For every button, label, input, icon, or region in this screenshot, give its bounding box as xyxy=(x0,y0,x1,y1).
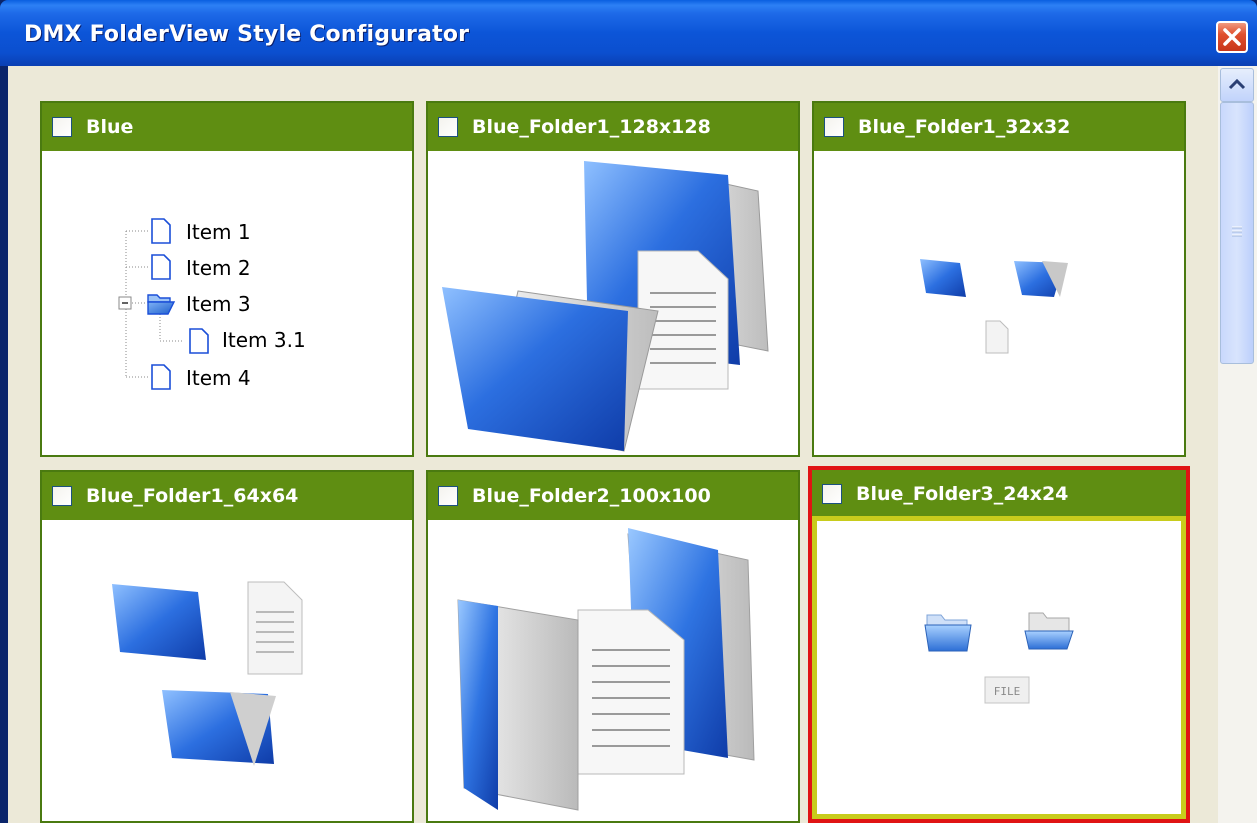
folder-icon xyxy=(920,259,966,297)
card-header: Blue_Folder3_24x24 xyxy=(812,470,1186,521)
close-button[interactable] xyxy=(1216,21,1248,53)
folder-preview xyxy=(442,161,769,452)
window-title: DMX FolderView Style Configurator xyxy=(24,22,470,47)
vertical-scrollbar[interactable] xyxy=(1218,66,1257,823)
chevron-up-icon xyxy=(1228,78,1246,90)
tree-preview: Item 1 Item 2 Item 3 Item 3.1 Item 4 xyxy=(118,218,306,390)
open-folder-icon xyxy=(924,614,972,652)
style-label: Blue_Folder3_24x24 xyxy=(856,483,1069,505)
tree-item: Item 1 xyxy=(186,220,251,244)
style-label: Blue_Folder1_32x32 xyxy=(858,116,1071,138)
document-icon xyxy=(151,254,171,280)
title-bar[interactable]: DMX FolderView Style Configurator xyxy=(0,0,1257,66)
collapse-icon[interactable] xyxy=(118,296,132,310)
style-checkbox[interactable] xyxy=(822,484,842,504)
scroll-thumb[interactable] xyxy=(1220,102,1254,364)
folder-preview xyxy=(920,259,1068,354)
card-header: Blue xyxy=(42,103,412,151)
style-card-blue[interactable]: Blue Item 1 Item 2 Item 3 Item 3.1 Item … xyxy=(40,101,414,457)
folder-preview xyxy=(112,581,303,766)
folder-icon xyxy=(457,599,579,811)
style-card-folder1-32[interactable]: Blue_Folder1_32x32 xyxy=(812,101,1186,457)
style-label: Blue_Folder2_100x100 xyxy=(472,485,711,507)
style-card-folder2-100[interactable]: Blue_Folder2_100x100 xyxy=(426,470,800,823)
style-checkbox[interactable] xyxy=(438,117,458,137)
style-card-folder1-128[interactable]: Blue_Folder1_128x128 xyxy=(426,101,800,457)
document-icon xyxy=(985,320,1009,354)
folder-icon xyxy=(442,287,659,452)
style-label: Blue_Folder1_64x64 xyxy=(86,485,299,507)
style-grid: Blue Item 1 Item 2 Item 3 Item 3.1 Item … xyxy=(8,66,1257,823)
card-header: Blue_Folder1_128x128 xyxy=(428,103,798,151)
open-folder-icon xyxy=(1014,261,1068,297)
open-folder-icon xyxy=(1024,612,1074,650)
style-checkbox[interactable] xyxy=(52,486,72,506)
style-label: Blue xyxy=(86,116,134,138)
close-icon xyxy=(1223,28,1241,46)
tree-item: Item 2 xyxy=(186,256,251,280)
style-card-folder3-24[interactable]: Blue_Folder3_24x24 FILE xyxy=(808,466,1190,823)
grip-icon xyxy=(1232,226,1242,237)
style-preview xyxy=(428,151,798,455)
tree-item: Item 3.1 xyxy=(222,328,306,352)
style-card-folder1-64[interactable]: Blue_Folder1_64x64 xyxy=(40,470,414,823)
document-icon xyxy=(151,364,171,390)
style-preview xyxy=(814,151,1184,455)
style-checkbox[interactable] xyxy=(438,486,458,506)
card-header: Blue_Folder2_100x100 xyxy=(428,472,798,520)
style-preview xyxy=(42,520,412,821)
folder-icon xyxy=(112,584,206,660)
style-label: Blue_Folder1_128x128 xyxy=(472,116,711,138)
document-icon xyxy=(577,609,685,775)
folder-preview xyxy=(457,528,755,811)
card-header: Blue_Folder1_32x32 xyxy=(814,103,1184,151)
document-icon xyxy=(247,581,303,675)
card-header: Blue_Folder1_64x64 xyxy=(42,472,412,520)
open-folder-icon xyxy=(162,690,276,766)
configurator-window: DMX FolderView Style Configurator Blue I… xyxy=(0,0,1257,823)
style-preview: FILE xyxy=(812,521,1186,819)
file-label: FILE xyxy=(994,685,1021,698)
tree-item: Item 3 xyxy=(186,292,251,316)
tree-item: Item 4 xyxy=(186,366,251,390)
scroll-up-button[interactable] xyxy=(1220,68,1254,102)
file-icon: FILE xyxy=(984,676,1030,704)
style-checkbox[interactable] xyxy=(824,117,844,137)
open-folder-icon xyxy=(147,294,176,315)
folder-preview: FILE xyxy=(924,612,1074,704)
style-preview: Item 1 Item 2 Item 3 Item 3.1 Item 4 xyxy=(42,151,412,455)
document-icon xyxy=(151,218,171,244)
document-icon xyxy=(189,328,209,354)
style-preview xyxy=(428,520,798,821)
style-checkbox[interactable] xyxy=(52,117,72,137)
